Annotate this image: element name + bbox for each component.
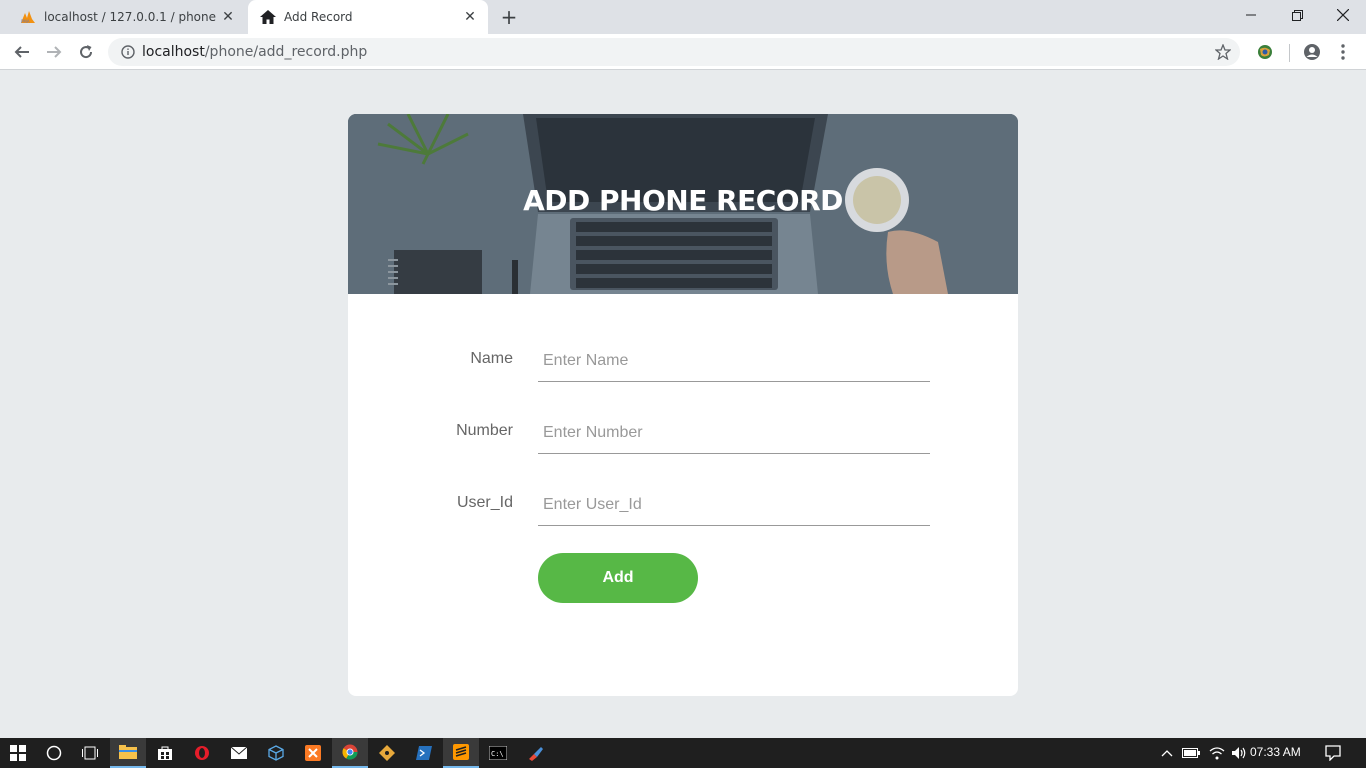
3d-box-icon[interactable] <box>258 738 294 768</box>
name-label: Name <box>470 350 513 367</box>
form-card: ADD PHONE RECORD Name Number User_Id Add <box>348 114 1018 696</box>
wifi-icon[interactable] <box>1207 743 1227 763</box>
name-input[interactable] <box>538 340 930 382</box>
close-icon[interactable]: ✕ <box>460 7 480 27</box>
account-icon[interactable] <box>1298 38 1326 66</box>
close-window-icon[interactable] <box>1320 0 1366 30</box>
taskbar-clock[interactable]: 07:33 AM <box>1250 745 1301 759</box>
number-label: Number <box>456 422 513 439</box>
command-prompt-icon[interactable]: C:\ <box>480 738 516 768</box>
user-id-label: User_Id <box>456 494 513 511</box>
restore-icon[interactable] <box>1274 0 1320 30</box>
search-cortana-icon[interactable] <box>36 738 72 768</box>
menu-dots-icon[interactable] <box>1329 38 1357 66</box>
tab-phpmyadmin[interactable]: PMA localhost / 127.0.0.1 / phone / us ✕ <box>8 0 246 34</box>
sublime-text-icon[interactable] <box>443 738 479 768</box>
back-icon[interactable] <box>8 38 36 66</box>
store-icon[interactable] <box>147 738 183 768</box>
number-row: Number <box>348 408 1018 458</box>
taskbar: C:\ 07:33 AM <box>0 738 1366 768</box>
task-view-icon[interactable] <box>72 738 108 768</box>
phpmyadmin-icon: PMA <box>20 9 36 25</box>
action-center-icon[interactable] <box>1323 743 1343 763</box>
chrome-icon[interactable] <box>332 738 368 768</box>
forward-icon[interactable] <box>40 38 68 66</box>
reload-icon[interactable] <box>72 38 100 66</box>
battery-icon[interactable] <box>1181 743 1201 763</box>
bookmark-star-icon[interactable] <box>1214 43 1232 61</box>
hero-banner: ADD PHONE RECORD <box>348 114 1018 294</box>
url-path: /phone/add_record.php <box>204 44 368 60</box>
paint-tool-icon[interactable] <box>517 738 553 768</box>
browser-toolbar: localhost/phone/add_record.php <box>0 34 1366 70</box>
volume-icon[interactable] <box>1229 743 1249 763</box>
xampp-icon[interactable] <box>295 738 331 768</box>
windows-start-icon[interactable] <box>0 738 36 768</box>
toolbar-separator <box>1289 44 1290 62</box>
user-id-input[interactable] <box>538 484 930 526</box>
url-host: localhost <box>142 44 205 60</box>
minimize-icon[interactable] <box>1228 0 1274 30</box>
git-icon[interactable] <box>369 738 405 768</box>
info-icon[interactable] <box>120 44 136 60</box>
tab-title: localhost / 127.0.0.1 / phone / us <box>44 10 218 24</box>
chevron-up-icon[interactable] <box>1157 743 1177 763</box>
page-title: ADD PHONE RECORD <box>523 184 843 217</box>
file-explorer-icon[interactable] <box>110 738 146 768</box>
tab-strip: PMA localhost / 127.0.0.1 / phone / us ✕… <box>0 0 1366 34</box>
home-icon <box>260 9 276 25</box>
tab-title: Add Record <box>284 10 353 24</box>
close-icon[interactable]: ✕ <box>218 7 238 27</box>
tab-add-record[interactable]: Add Record ✕ <box>248 0 488 34</box>
svg-text:C:\: C:\ <box>491 750 504 758</box>
mail-icon[interactable] <box>221 738 257 768</box>
new-tab-icon[interactable]: + <box>498 5 520 29</box>
svg-text:PMA: PMA <box>21 19 30 24</box>
address-bar[interactable]: localhost/phone/add_record.php <box>108 38 1240 66</box>
opera-icon[interactable] <box>184 738 220 768</box>
extension-icon[interactable] <box>1251 38 1279 66</box>
powershell-icon[interactable] <box>406 738 442 768</box>
user-id-row: User_Id <box>348 480 1018 530</box>
name-row: Name <box>348 336 1018 386</box>
number-input[interactable] <box>538 412 930 454</box>
add-button[interactable]: Add <box>538 553 698 603</box>
